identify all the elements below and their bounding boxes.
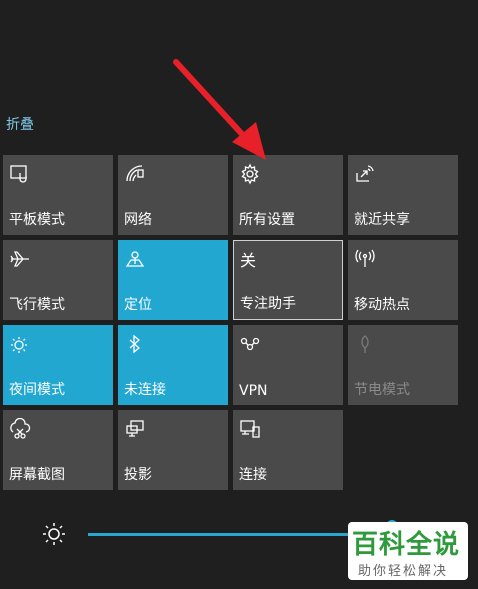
tile-label: 所有设置 — [239, 212, 295, 228]
tile-location[interactable]: 定位 — [118, 240, 228, 320]
tile-airplane-mode[interactable]: 飞行模式 — [3, 240, 113, 320]
tablet-mode-icon — [9, 163, 33, 187]
project-icon — [124, 418, 148, 442]
tile-label: 网络 — [124, 212, 152, 228]
tile-connect[interactable]: 连接 — [233, 410, 343, 490]
tile-vpn[interactable]: VPN — [233, 325, 343, 405]
tile-label: 移动热点 — [354, 297, 410, 313]
tile-screen-snip[interactable]: 屏幕截图 — [3, 410, 113, 490]
watermark-title: 百科全说 — [352, 530, 461, 560]
vpn-icon — [239, 333, 263, 357]
tile-nearby-share[interactable]: 就近共享 — [348, 155, 458, 235]
brightness-icon — [40, 520, 68, 548]
night-light-icon — [9, 333, 33, 357]
watermark-subtitle: 助你轻松解决 — [358, 564, 449, 579]
tile-label: 定位 — [124, 297, 152, 313]
tile-network[interactable]: 网络 — [118, 155, 228, 235]
tile-label: 夜间模式 — [9, 382, 65, 398]
tile-label: 屏幕截图 — [9, 467, 65, 483]
connect-icon — [239, 418, 263, 442]
tile-label: 就近共享 — [354, 212, 410, 228]
network-icon — [124, 163, 148, 187]
collapse-link[interactable]: 折叠 — [6, 114, 34, 134]
bluetooth-icon — [124, 333, 148, 357]
tile-label: VPN — [239, 383, 268, 399]
screen-snip-icon — [9, 417, 33, 442]
tile-project[interactable]: 投影 — [118, 410, 228, 490]
tile-focus-assist[interactable]: 关 专注助手 — [233, 240, 343, 320]
tile-night-light[interactable]: 夜间模式 — [3, 325, 113, 405]
focus-assist-icon: 关 — [240, 251, 257, 270]
tile-label: 节电模式 — [354, 382, 410, 398]
nearby-share-icon — [354, 163, 378, 187]
tile-mobile-hotspot[interactable]: 移动热点 — [348, 240, 458, 320]
tile-tablet-mode[interactable]: 平板模式 — [3, 155, 113, 235]
watermark-logo: 百科全说 助你轻松解决 — [348, 522, 468, 580]
tile-label: 平板模式 — [9, 212, 65, 228]
hotspot-icon — [354, 248, 378, 272]
airplane-icon — [9, 248, 33, 272]
tile-label: 未连接 — [124, 382, 166, 398]
tile-label: 飞行模式 — [9, 297, 65, 313]
brightness-slider-track[interactable] — [88, 533, 388, 536]
tile-all-settings[interactable]: 所有设置 — [233, 155, 343, 235]
tile-label: 专注助手 — [240, 296, 296, 312]
tile-battery-saver: 节电模式 — [348, 325, 458, 405]
location-icon — [124, 248, 148, 272]
battery-saver-icon — [354, 333, 378, 357]
tile-bluetooth[interactable]: 未连接 — [118, 325, 228, 405]
settings-gear-icon — [239, 163, 263, 187]
tile-label: 连接 — [239, 467, 267, 483]
tile-label: 投影 — [124, 467, 152, 483]
